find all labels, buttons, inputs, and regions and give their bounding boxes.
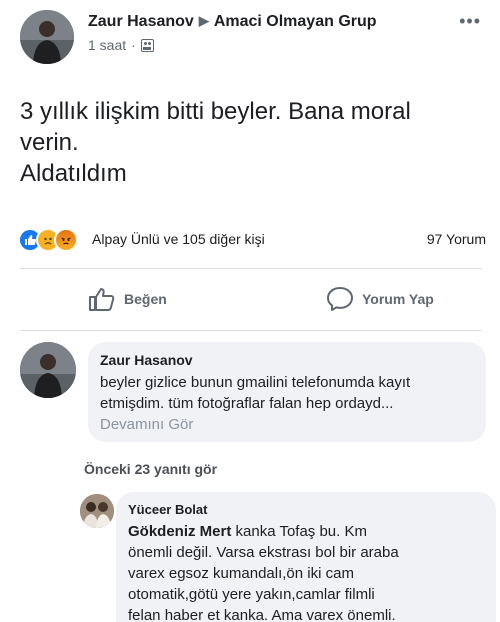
comment-text: beyler gizlice bunun gmailini telefonumd… bbox=[100, 374, 411, 412]
reply-comment: Yüceer Bolat Gökdeniz Mert kanka Tofaş b… bbox=[80, 492, 500, 622]
divider bbox=[20, 268, 482, 269]
arrow-right-icon: ▶ bbox=[198, 13, 209, 28]
group-audience-icon bbox=[140, 38, 154, 52]
author-avatar[interactable] bbox=[20, 10, 74, 64]
reply-bubble: Yüceer Bolat Gökdeniz Mert kanka Tofaş b… bbox=[116, 492, 496, 622]
post-time[interactable]: 1 saat bbox=[88, 37, 126, 53]
reply-text: Gökdeniz Mert kanka Tofaş bu. Km önemli … bbox=[128, 521, 484, 622]
see-more-link[interactable]: Devamını Gör bbox=[100, 414, 474, 435]
comment-bubble: Zaur Hasanov beyler gizlice bunun gmaili… bbox=[88, 342, 486, 442]
reaction-names[interactable]: Alpay Ünlü ve 105 diğer kişi bbox=[92, 231, 265, 247]
more-horizontal-icon[interactable]: ••• bbox=[459, 12, 481, 30]
post-body-line: 3 yıllık ilişkim bitti beyler. Bana mora… bbox=[20, 98, 411, 125]
replier-avatar[interactable] bbox=[80, 494, 114, 528]
like-label: Beğen bbox=[124, 291, 167, 307]
post-actions: Beğen Yorum Yap bbox=[0, 272, 500, 328]
comment-author[interactable]: Zaur Hasanov bbox=[100, 352, 474, 368]
comment-label: Yorum Yap bbox=[362, 291, 434, 307]
reply-author[interactable]: Yüceer Bolat bbox=[128, 502, 484, 517]
post-body: 3 yıllık ilişkim bitti beyler. Bana mora… bbox=[20, 96, 480, 189]
mentioned-user[interactable]: Gökdeniz Mert bbox=[128, 523, 231, 540]
reactions-summary[interactable]: Alpay Ünlü ve 105 diğer kişi 97 Yorum bbox=[18, 226, 488, 254]
previous-replies-link[interactable]: Önceki 23 yanıtı gör bbox=[84, 461, 217, 477]
post-author-name[interactable]: Zaur Hasanov bbox=[88, 13, 194, 30]
divider bbox=[20, 330, 482, 331]
comment-count[interactable]: 97 Yorum bbox=[427, 231, 486, 247]
meta-separator: · bbox=[131, 37, 136, 53]
thumbs-up-icon bbox=[89, 288, 115, 311]
comment: Zaur Hasanov beyler gizlice bunun gmaili… bbox=[20, 342, 490, 442]
comment-button[interactable]: Yorum Yap bbox=[326, 286, 434, 312]
post-body-line: Aldatıldım bbox=[20, 160, 127, 187]
reaction-icons bbox=[18, 228, 90, 252]
post-author-line: Zaur Hasanov ▶ Amaci Olmayan Grup bbox=[88, 13, 377, 31]
group-name[interactable]: Amaci Olmayan Grup bbox=[214, 13, 377, 30]
post-meta: 1 saat · bbox=[88, 37, 154, 53]
angry-icon bbox=[54, 228, 78, 252]
commenter-avatar[interactable] bbox=[20, 342, 76, 398]
post-header: Zaur Hasanov ▶ Amaci Olmayan Grup 1 saat ·… bbox=[20, 10, 485, 66]
speech-bubble-icon bbox=[327, 287, 353, 311]
like-button[interactable]: Beğen bbox=[88, 286, 167, 312]
post-body-line: verin. bbox=[20, 129, 79, 156]
